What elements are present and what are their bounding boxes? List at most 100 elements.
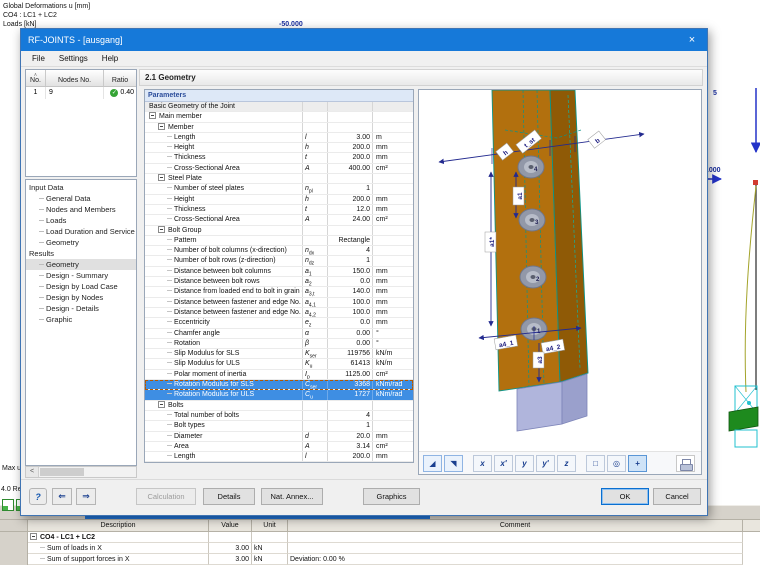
parameter-row[interactable]: Slip Modulus for ULSKu61413kN/m — [145, 359, 413, 369]
tree-item-geometry[interactable]: Geometry — [26, 237, 136, 248]
parameter-symbol — [303, 174, 328, 183]
parameter-row[interactable]: PatternRectangle — [145, 236, 413, 246]
view-in-z-button[interactable]: z — [557, 455, 576, 472]
nodes-col-header-ratio[interactable]: Ratio — [104, 70, 136, 86]
tree-item-load-duration-and-service-clas[interactable]: Load Duration and Service Clas — [26, 226, 136, 237]
row-selector[interactable] — [0, 554, 28, 565]
scroll-left-button[interactable]: < — [26, 467, 39, 477]
parameter-row[interactable]: Diameterd20.0mm — [145, 432, 413, 442]
zoom-window-button[interactable]: □ — [586, 455, 605, 472]
parameter-row[interactable]: Steel Plate — [145, 174, 413, 184]
collapse-icon[interactable] — [30, 533, 37, 540]
collapse-icon[interactable] — [158, 226, 165, 233]
collapse-icon[interactable] — [158, 123, 165, 130]
balance-row[interactable]: Sum of loads in X3.00kN — [0, 543, 760, 554]
view-against-y-button[interactable]: y' — [536, 455, 555, 472]
parameter-row[interactable]: Cross-Sectional AreaA24.00cm² — [145, 215, 413, 225]
parameter-row[interactable]: Main member — [145, 112, 413, 122]
tree-item-design-details[interactable]: Design - Details — [26, 303, 136, 314]
parameter-row[interactable]: Eccentricityez0.0mm — [145, 318, 413, 328]
parameter-row[interactable]: Number of steel platesnpl1 — [145, 184, 413, 194]
parameter-row[interactable]: Basic Geometry of the Joint — [145, 102, 413, 112]
parameter-label: Distance between bolt rows — [145, 277, 303, 286]
tree-item-loads[interactable]: Loads — [26, 215, 136, 226]
balance-group-row[interactable]: CO4 - LC1 + LC2 — [0, 532, 760, 543]
balance-col-header-description[interactable]: Description — [28, 520, 209, 531]
details-button[interactable]: Details — [203, 488, 255, 505]
balance-row[interactable]: Sum of support forces in X3.00kNDeviatio… — [0, 554, 760, 565]
tree-item-input-data[interactable]: Input Data — [26, 182, 136, 193]
ok-button[interactable]: OK — [601, 488, 649, 505]
nodes-table-row[interactable]: 19✓0.40 — [26, 87, 136, 99]
parameter-row[interactable]: Bolt Group — [145, 226, 413, 236]
cancel-button[interactable]: Cancel — [653, 488, 701, 505]
help-button[interactable]: ? — [29, 488, 47, 505]
parameter-row[interactable]: Rotationβ0.00° — [145, 339, 413, 349]
calculation-button[interactable]: Calculation — [136, 488, 196, 505]
parameter-row[interactable]: Lengthl200.0mm — [145, 452, 413, 462]
parameter-row[interactable]: Polar moment of inertiaIp1125.00cm² — [145, 370, 413, 380]
parameter-row[interactable]: Lengthl3.00m — [145, 133, 413, 143]
balance-col-header-unit[interactable]: Unit — [252, 520, 288, 531]
next-window-button[interactable]: ⇒ — [76, 488, 96, 505]
parameter-row[interactable]: Distance between fastener and edge No. 1… — [145, 298, 413, 308]
parameter-row[interactable]: Slip Modulus for SLSKser119756kN/m — [145, 349, 413, 359]
tree-item-results[interactable]: Results — [26, 248, 136, 259]
move-view-button[interactable]: + — [628, 455, 647, 472]
graphics-button[interactable]: Graphics — [363, 488, 420, 505]
parameter-row[interactable]: Heighth200.0mm — [145, 143, 413, 153]
tree-item-general-data[interactable]: General Data — [26, 193, 136, 204]
parameter-row[interactable]: Chamfer angleα0.00° — [145, 329, 413, 339]
result-table-icon[interactable] — [2, 499, 14, 511]
parameter-row[interactable]: Distance between bolt rowsa20.0mm — [145, 277, 413, 287]
parameter-row[interactable]: Number of bolt rows (z-direction)ndz1 — [145, 256, 413, 266]
nodes-col-header-no[interactable]: ∧No. — [26, 70, 46, 86]
row-selector[interactable] — [0, 532, 28, 543]
title-bar[interactable]: RF-JOINTS - [ausgang] × — [21, 29, 707, 51]
joint-3d-view[interactable]: 4 3 2 — [419, 90, 701, 451]
parameter-row[interactable]: Number of bolt columns (x-direction)ndx4 — [145, 246, 413, 256]
menu-item-help[interactable]: Help — [95, 51, 125, 66]
parameter-row[interactable]: Total number of bolts4 — [145, 411, 413, 421]
parameter-row[interactable]: Bolts — [145, 401, 413, 411]
horizontal-scrollbar[interactable]: < — [25, 466, 137, 478]
parameter-row[interactable]: Distance between bolt columnsa1150.0mm — [145, 267, 413, 277]
tree-item-design-summary[interactable]: Design - Summary — [26, 270, 136, 281]
close-button[interactable]: × — [677, 29, 707, 51]
tree-item-design-by-nodes[interactable]: Design by Nodes — [26, 292, 136, 303]
collapse-icon[interactable] — [158, 401, 165, 408]
parameter-row[interactable]: Member — [145, 123, 413, 133]
tree-item-graphic[interactable]: Graphic — [26, 314, 136, 325]
view-in-x-button[interactable]: x — [473, 455, 492, 472]
isometric-view-2-button[interactable]: ◥ — [444, 455, 463, 472]
parameter-row[interactable]: Rotation Modulus for ULSCu1727kNm/rad — [145, 390, 413, 400]
balance-col-header-comment[interactable]: Comment — [288, 520, 743, 531]
menu-item-settings[interactable]: Settings — [52, 51, 95, 66]
previous-window-button[interactable]: ⇐ — [52, 488, 72, 505]
parameter-row[interactable]: Rotation Modulus for SLSCser3368kNm/rad — [145, 380, 413, 390]
parameter-row[interactable]: Heighth200.0mm — [145, 195, 413, 205]
parameter-row[interactable]: Bolt types1 — [145, 421, 413, 431]
isometric-view-button[interactable]: ◢ — [423, 455, 442, 472]
view-in-y-button[interactable]: y — [515, 455, 534, 472]
collapse-icon[interactable] — [158, 174, 165, 181]
tree-item-geometry[interactable]: Geometry — [26, 259, 136, 270]
parameter-row[interactable]: Distance between fastener and edge No. 2… — [145, 308, 413, 318]
parameter-row[interactable]: Distance from loaded end to bolt in grai… — [145, 287, 413, 297]
parameter-row[interactable]: Thicknesst200.0mm — [145, 153, 413, 163]
menu-item-file[interactable]: File — [25, 51, 52, 66]
view-against-x-button[interactable]: x' — [494, 455, 513, 472]
collapse-icon[interactable] — [149, 112, 156, 119]
national-annex-button[interactable]: Nat. Annex... — [261, 488, 323, 505]
parameter-row[interactable]: AreaA3.14cm² — [145, 442, 413, 452]
print-button[interactable] — [676, 455, 695, 472]
parameter-row[interactable]: Cross-Sectional AreaA400.00cm² — [145, 164, 413, 174]
nodes-col-header-nodes-no[interactable]: Nodes No. — [46, 70, 104, 86]
tree-item-nodes-and-members[interactable]: Nodes and Members — [26, 204, 136, 215]
parameter-row[interactable]: Thicknesst12.0mm — [145, 205, 413, 215]
row-selector[interactable] — [0, 543, 28, 554]
tree-item-design-by-load-case[interactable]: Design by Load Case — [26, 281, 136, 292]
balance-col-header-value[interactable]: Value — [209, 520, 252, 531]
scroll-thumb[interactable] — [40, 468, 84, 476]
zoom-button[interactable]: ◎ — [607, 455, 626, 472]
